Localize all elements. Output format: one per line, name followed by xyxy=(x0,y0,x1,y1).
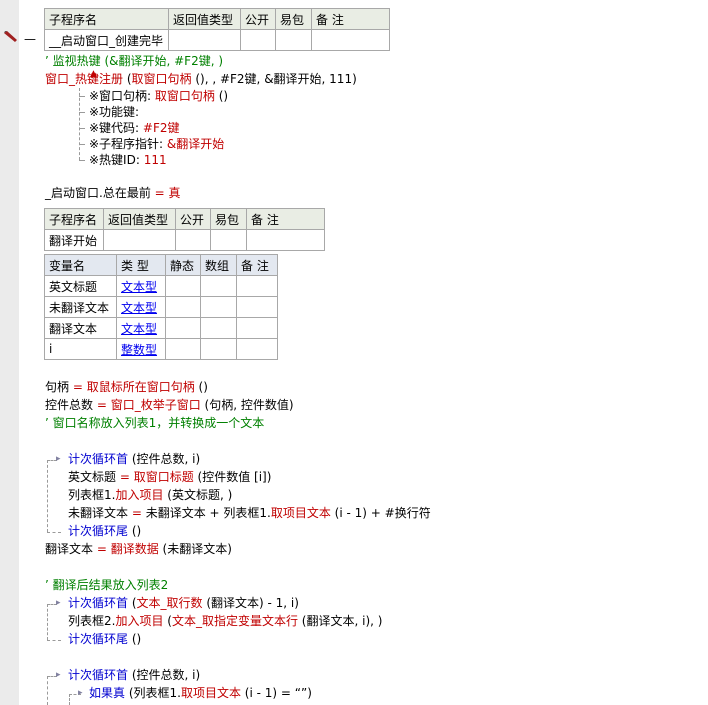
var-name[interactable]: 翻译文本 xyxy=(44,317,117,339)
table-row[interactable]: 翻译文本 文本型 xyxy=(44,317,278,339)
param-sub-pointer: ※子程序指针: &翻译开始 xyxy=(89,137,225,151)
var-name[interactable]: 英文标题 xyxy=(44,275,117,297)
code-line-loop-end[interactable]: 计次循环尾 () xyxy=(68,632,141,647)
loop-arrow-icon: ▸ xyxy=(56,598,61,608)
header-remark: 备 注 xyxy=(311,8,390,30)
header-public: 公开 xyxy=(240,8,276,30)
code-line-loop-start[interactable]: 计次循环首 (控件总数, i) xyxy=(68,452,200,467)
loop-arrow-icon: ▸ xyxy=(56,670,61,680)
line-gutter xyxy=(0,0,19,705)
comment-line[interactable]: ’ 监视热键 (&翻译开始, #F2键, ) xyxy=(45,54,223,69)
param-window-handle: ※窗口句柄: 取窗口句柄 () xyxy=(89,89,229,103)
code-line-handle[interactable]: 句柄 = 取鼠标所在窗口句柄 () xyxy=(45,380,208,395)
current-line-marker: — xyxy=(24,32,36,46)
header-easy-pack: 易包 xyxy=(275,8,312,30)
table-row[interactable]: i 整数型 xyxy=(44,338,278,360)
code-line-loop-end[interactable]: 计次循环尾 () xyxy=(68,524,141,539)
comment-line[interactable]: ’ 翻译后结果放入列表2 xyxy=(45,578,168,593)
code-line-loop-start[interactable]: 计次循环首 (控件总数, i) xyxy=(68,668,200,683)
subroutine-table-1: 子程序名 返回值类型 公开 易包 备 注 __启动窗口_创建完毕 xyxy=(44,8,390,51)
code-line-loop-start[interactable]: 计次循环首 (文本_取行数 (翻译文本) - 1, i) xyxy=(68,596,299,611)
expand-caret-icon[interactable]: ▲ xyxy=(90,70,97,79)
var-name[interactable]: i xyxy=(44,338,117,360)
param-key-code: ※键代码: #F2键 xyxy=(89,121,180,135)
header-remark: 备 注 xyxy=(246,208,325,230)
code-line-if-true[interactable]: 如果真 (列表框1.取项目文本 (i - 1) = “”) xyxy=(89,686,312,701)
var-type[interactable]: 整数型 xyxy=(116,338,166,360)
table-row[interactable]: 未翻译文本 文本型 xyxy=(44,296,278,318)
variables-table: 变量名 类 型 静态 数组 备 注 英文标题 文本型 未翻译文本 文本型 翻译文… xyxy=(44,254,278,360)
code-line-hotkey-register[interactable]: 窗口_热键注册 (取窗口句柄 (), , #F2键, &翻译开始, 111) ▲ xyxy=(45,70,357,87)
code-line-add-item[interactable]: 列表框1.加入项目 (英文标题, ) xyxy=(68,488,232,503)
header-var-type: 类 型 xyxy=(116,254,166,276)
header-array: 数组 xyxy=(200,254,237,276)
code-line-topmost[interactable]: _启动窗口.总在最前 = 真 xyxy=(45,186,181,201)
header-static: 静态 xyxy=(165,254,201,276)
subroutine-table-2: 子程序名 返回值类型 公开 易包 备 注 翻译开始 xyxy=(44,208,325,251)
code-line-add-item-2[interactable]: 列表框2.加入项目 (文本_取指定变量文本行 (翻译文本, i), ) xyxy=(68,614,382,629)
subroutine-name[interactable]: 翻译开始 xyxy=(44,229,104,251)
var-type[interactable]: 文本型 xyxy=(116,296,166,318)
table-row[interactable]: 英文标题 文本型 xyxy=(44,275,278,297)
header-name: 子程序名 xyxy=(44,208,104,230)
header-easy-pack: 易包 xyxy=(210,208,247,230)
branch-arrow-icon: ▸ xyxy=(78,688,83,698)
code-line-append-text[interactable]: 未翻译文本 = 未翻译文本 + 列表框1.取项目文本 (i - 1) + #换行… xyxy=(68,506,431,521)
code-line-control-count[interactable]: 控件总数 = 窗口_枚举子窗口 (句柄, 控件数值) xyxy=(45,398,294,413)
var-type[interactable]: 文本型 xyxy=(116,275,166,297)
pencil-icon xyxy=(4,31,17,42)
header-public: 公开 xyxy=(175,208,211,230)
code-line-get-title[interactable]: 英文标题 = 取窗口标题 (控件数值 [i]) xyxy=(68,470,271,485)
header-return-type: 返回值类型 xyxy=(103,208,176,230)
header-var-name: 变量名 xyxy=(44,254,117,276)
header-return-type: 返回值类型 xyxy=(168,8,241,30)
loop-arrow-icon: ▸ xyxy=(56,454,61,464)
comment-line[interactable]: ’ 窗口名称放入列表1，并转换成一个文本 xyxy=(45,416,264,431)
code-line-translate[interactable]: 翻译文本 = 翻译数据 (未翻译文本) xyxy=(45,542,232,557)
var-name[interactable]: 未翻译文本 xyxy=(44,296,117,318)
header-name: 子程序名 xyxy=(44,8,169,30)
var-type[interactable]: 文本型 xyxy=(116,317,166,339)
subroutine-name[interactable]: __启动窗口_创建完毕 xyxy=(44,29,169,51)
param-function-key: ※功能键: xyxy=(89,105,140,119)
header-remark: 备 注 xyxy=(236,254,278,276)
param-hotkey-id: ※热键ID: 111 xyxy=(89,153,167,167)
